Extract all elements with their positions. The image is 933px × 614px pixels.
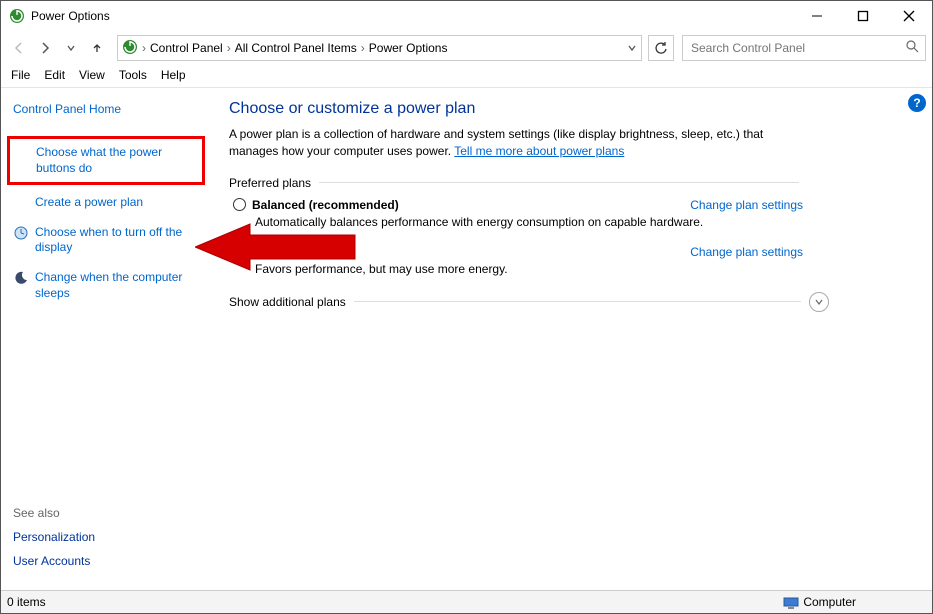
close-button[interactable] [886,1,932,31]
see-also-header: See also [13,506,203,520]
change-plan-settings-link[interactable]: Change plan settings [690,245,803,259]
plan-description: Automatically balances performance with … [255,215,803,229]
breadcrumb-item[interactable]: All Control Panel Items [235,41,357,55]
show-additional-plans[interactable]: Show additional plans [229,292,829,312]
computer-icon [783,597,799,609]
sidebar-item-label: Choose when to turn off the display [35,225,199,256]
plan-description: Favors performance, but may use more ene… [255,262,803,276]
power-plan: High performance Change plan settings Fa… [229,245,803,276]
status-item-count: 0 items [7,595,46,609]
see-also-section: See also Personalization User Accounts [13,506,203,578]
power-options-icon [122,39,138,58]
chevron-right-icon[interactable]: › [142,41,146,55]
window-title: Power Options [31,9,110,23]
maximize-button[interactable] [840,1,886,31]
sidebar-item-label: Create a power plan [35,195,143,211]
forward-button[interactable] [33,36,57,60]
control-panel-home-link[interactable]: Control Panel Home [13,102,199,116]
titlebar: Power Options [1,1,932,31]
seealso-personalization[interactable]: Personalization [13,530,203,544]
power-plan: Balanced (recommended) Change plan setti… [229,198,803,229]
sidebar-item-label: Change when the computer sleeps [35,270,199,301]
preferred-plans-header: Preferred plans [229,176,799,190]
plan-radio-high-performance[interactable] [233,245,246,258]
menu-edit[interactable]: Edit [44,68,65,82]
clock-icon [13,225,29,256]
address-bar[interactable]: › Control Panel › All Control Panel Item… [117,35,642,61]
status-computer: Computer [783,595,856,609]
power-options-icon [9,8,25,24]
plan-name: High performance [252,245,355,259]
main-content: ? Choose or customize a power plan A pow… [211,88,932,590]
minimize-button[interactable] [794,1,840,31]
sidebar-link-power-buttons[interactable]: Choose what the power buttons do [7,136,205,185]
breadcrumb-item[interactable]: Control Panel [150,41,223,55]
sidebar-item-label: Choose what the power buttons do [36,145,198,176]
menu-bar: File Edit View Tools Help [1,65,932,88]
menu-view[interactable]: View [79,68,105,82]
menu-tools[interactable]: Tools [119,68,147,82]
menu-help[interactable]: Help [161,68,186,82]
recent-dropdown[interactable] [59,36,83,60]
search-box[interactable] [682,35,926,61]
sidebar-link-turn-off-display[interactable]: Choose when to turn off the display [13,225,199,256]
back-button[interactable] [7,36,31,60]
chevron-right-icon[interactable]: › [227,41,231,55]
chevron-right-icon[interactable]: › [361,41,365,55]
help-button[interactable]: ? [908,94,926,112]
chevron-down-icon[interactable] [627,43,637,53]
moon-icon [13,270,29,301]
sidebar: Control Panel Home Choose what the power… [1,88,211,590]
status-bar: 0 items Computer [1,590,932,613]
page-title: Choose or customize a power plan [229,100,904,118]
plan-radio-balanced[interactable] [233,198,246,211]
chevron-down-icon[interactable] [809,292,829,312]
search-icon[interactable] [906,40,919,56]
up-button[interactable] [85,36,109,60]
navbar: › Control Panel › All Control Panel Item… [1,31,932,65]
tell-me-more-link[interactable]: Tell me more about power plans [454,144,624,158]
seealso-user-accounts[interactable]: User Accounts [13,554,203,568]
menu-file[interactable]: File [11,68,30,82]
breadcrumb-item[interactable]: Power Options [369,41,448,55]
sidebar-link-create-plan[interactable]: Create a power plan [13,195,199,211]
search-input[interactable] [689,40,919,56]
intro-text: A power plan is a collection of hardware… [229,126,799,160]
plan-name: Balanced (recommended) [252,198,399,212]
change-plan-settings-link[interactable]: Change plan settings [690,198,803,212]
refresh-button[interactable] [648,35,674,61]
sidebar-link-computer-sleeps[interactable]: Change when the computer sleeps [13,270,199,301]
